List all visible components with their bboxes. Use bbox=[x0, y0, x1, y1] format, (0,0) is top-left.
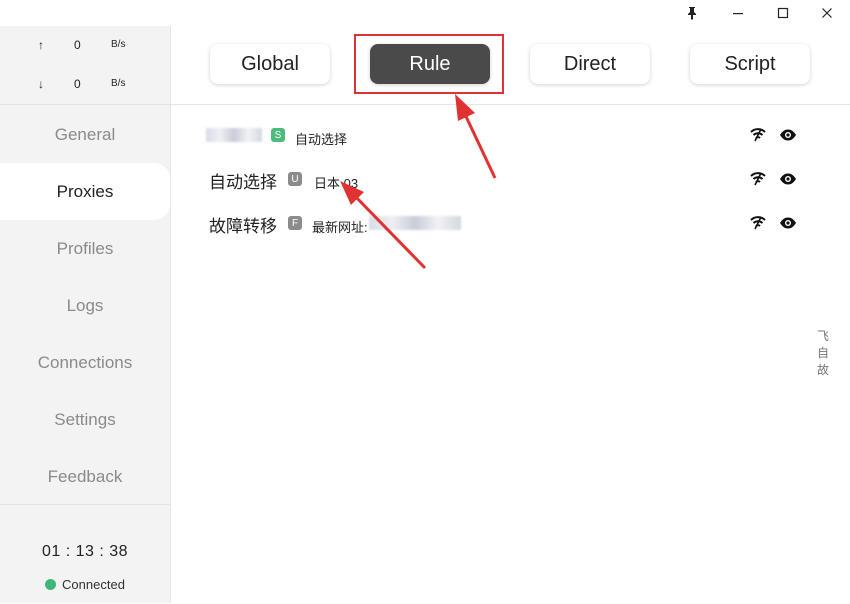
sidebar-item-general[interactable]: General bbox=[0, 106, 170, 163]
mode-label: Global bbox=[241, 52, 299, 75]
sidebar-item-proxies[interactable]: Proxies bbox=[0, 163, 170, 220]
sidebar-footer: 01 : 13 : 38 Connected bbox=[0, 504, 170, 604]
sidebar-item-settings[interactable]: Settings bbox=[0, 391, 170, 448]
annotation-highlight-box bbox=[354, 34, 504, 94]
side-label: 飞 bbox=[816, 329, 829, 343]
title-bar bbox=[0, 0, 850, 26]
latency-test-icon[interactable] bbox=[749, 127, 767, 143]
sidebar-item-label: Proxies bbox=[56, 181, 114, 201]
download-arrow-icon: ↓ bbox=[38, 77, 44, 91]
upload-speed: ↑ 0 B/s bbox=[0, 38, 170, 58]
select-badge: S bbox=[271, 128, 285, 142]
sidebar-item-connections[interactable]: Connections bbox=[0, 334, 170, 391]
side-group-labels: 飞 自 故 bbox=[816, 328, 830, 379]
upload-arrow-icon: ↑ bbox=[38, 38, 44, 52]
minimize-icon[interactable] bbox=[718, 0, 758, 26]
urltest-badge: U bbox=[288, 172, 302, 186]
upload-value: 0 bbox=[74, 38, 81, 52]
proxy-group-row[interactable]: 故障转移 F 最新网址: bbox=[171, 208, 850, 238]
proxy-group-row[interactable]: S 自动选择 bbox=[171, 120, 850, 150]
fallback-badge: F bbox=[288, 216, 302, 230]
download-speed: ↓ 0 B/s bbox=[0, 77, 170, 97]
status-dot-icon bbox=[45, 579, 57, 590]
redacted-url bbox=[369, 216, 461, 230]
mode-global-button[interactable]: Global bbox=[210, 44, 330, 84]
sidebar-item-label: Feedback bbox=[47, 466, 123, 486]
divider bbox=[0, 104, 170, 105]
sidebar-item-logs[interactable]: Logs bbox=[0, 277, 170, 334]
sidebar-item-label: Logs bbox=[66, 295, 104, 315]
mode-bar: Global Rule Direct Script bbox=[171, 26, 850, 105]
main-panel: Global Rule Direct Script S 自动选择 自动选择 U … bbox=[171, 26, 850, 603]
side-label: 故 bbox=[816, 363, 829, 377]
sidebar-item-label: Profiles bbox=[56, 238, 114, 258]
sidebar-item-feedback[interactable]: Feedback bbox=[0, 448, 170, 505]
side-label: 自 bbox=[816, 346, 829, 360]
latency-test-icon[interactable] bbox=[749, 215, 767, 231]
sidebar-nav: General Proxies Profiles Logs Connection… bbox=[0, 106, 170, 505]
maximize-icon[interactable] bbox=[763, 0, 803, 26]
proxy-current: 日本 03 bbox=[314, 176, 359, 191]
eye-icon[interactable] bbox=[779, 215, 797, 231]
eye-icon[interactable] bbox=[779, 171, 797, 187]
sidebar-item-profiles[interactable]: Profiles bbox=[0, 220, 170, 277]
mode-label: Script bbox=[724, 52, 776, 75]
latency-test-icon[interactable] bbox=[749, 171, 767, 187]
upload-unit: B/s bbox=[111, 39, 126, 50]
proxy-current: 自动选择 bbox=[295, 132, 348, 147]
mode-label: Direct bbox=[563, 52, 617, 75]
pin-icon[interactable] bbox=[672, 0, 712, 26]
eye-icon[interactable] bbox=[779, 127, 797, 143]
redacted-name bbox=[206, 128, 262, 142]
proxy-current: 最新网址: bbox=[312, 220, 368, 235]
close-icon[interactable] bbox=[807, 0, 847, 26]
sidebar-item-label: Settings bbox=[54, 409, 116, 429]
mode-script-button[interactable]: Script bbox=[690, 44, 810, 84]
proxy-group-row[interactable]: 自动选择 U 日本 03 bbox=[171, 164, 850, 194]
download-value: 0 bbox=[74, 77, 81, 91]
download-unit: B/s bbox=[111, 78, 126, 89]
sidebar-item-label: Connections bbox=[37, 352, 133, 372]
traffic-panel: ↑ 0 B/s ↓ 0 B/s bbox=[0, 26, 170, 104]
mode-direct-button[interactable]: Direct bbox=[530, 44, 650, 84]
proxy-group-name: 故障转移 bbox=[209, 217, 277, 236]
uptime-timer: 01 : 13 : 38 bbox=[41, 543, 129, 560]
sidebar-item-label: General bbox=[54, 124, 116, 144]
proxy-group-name: 自动选择 bbox=[209, 173, 277, 192]
sidebar: ↑ 0 B/s ↓ 0 B/s General Proxies Profiles… bbox=[0, 26, 171, 603]
status-label: Connected bbox=[62, 577, 125, 592]
connection-status: Connected bbox=[0, 577, 170, 592]
